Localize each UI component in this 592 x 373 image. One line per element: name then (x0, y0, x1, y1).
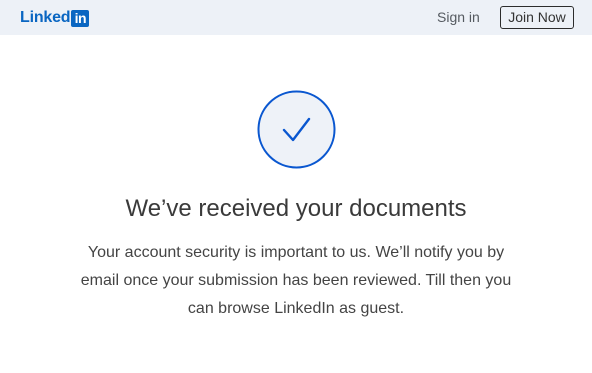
top-navbar: Linked in Sign in Join Now (0, 0, 592, 35)
linkedin-logo[interactable]: Linked in (20, 9, 90, 27)
join-now-button[interactable]: Join Now (500, 6, 574, 29)
confirmation-message: Your account security is important to us… (80, 244, 512, 317)
checkmark-circle-icon (257, 90, 336, 174)
confirmation-title: We’ve received your documents (125, 195, 467, 222)
sign-in-link[interactable]: Sign in (437, 9, 480, 26)
logo-in-box: in (71, 9, 90, 27)
logo-wordmark: Linked (20, 9, 71, 26)
